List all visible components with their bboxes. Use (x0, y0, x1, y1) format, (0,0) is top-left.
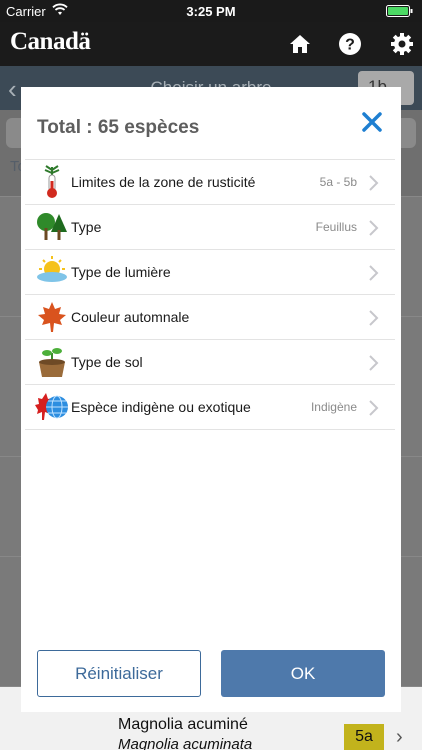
status-bar: Carrier 3:25 PM (0, 0, 422, 22)
maple-leaf-icon (38, 302, 66, 332)
filter-label: Type (71, 219, 102, 235)
leaf-globe-icon (35, 393, 68, 420)
chevron-right-icon (369, 400, 379, 416)
canada-logo: Canadä (10, 28, 91, 55)
background-item-name: Magnolia acuminé (118, 716, 248, 733)
chevron-right-icon (369, 355, 379, 371)
sprout-soil-icon (39, 348, 65, 377)
filter-row-light-type[interactable]: Type de lumière (25, 250, 395, 295)
filter-value: Feuillus (315, 220, 357, 234)
app-navbar: Canadä ? (0, 22, 422, 66)
filter-row-fall-color[interactable]: Couleur automnale (25, 295, 395, 340)
modal-title: Total : 65 espèces (37, 117, 200, 138)
filter-value: 5a - 5b (319, 175, 357, 189)
filter-label: Limites de la zone de rusticité (71, 174, 256, 190)
thermometer-tree-icon (44, 165, 60, 198)
ok-button[interactable]: OK (221, 650, 385, 697)
chevron-right-icon (369, 220, 379, 236)
home-icon[interactable] (288, 32, 312, 56)
trees-icon (37, 213, 67, 240)
filter-row-native-exotic[interactable]: Espèce indigène ou exotique Indigène (25, 385, 395, 430)
filter-label: Type de lumière (71, 264, 171, 280)
filter-label: Couleur automnale (71, 309, 190, 325)
status-time: 3:25 PM (186, 4, 236, 19)
filter-label: Type de sol (71, 354, 143, 370)
help-icon[interactable]: ? (338, 32, 362, 56)
background-zone-badge: 5a (344, 724, 384, 750)
background-chevron-icon: › (396, 726, 403, 748)
battery-icon (386, 5, 413, 17)
filter-value: Indigène (310, 400, 357, 414)
filter-list: Limites de la zone de rusticité 5a - 5b … (25, 159, 395, 430)
svg-text:?: ? (345, 37, 355, 54)
filter-row-soil-type[interactable]: Type de sol (25, 340, 395, 385)
chevron-right-icon (369, 175, 379, 191)
gear-icon[interactable] (390, 32, 414, 56)
sun-cloud-icon (37, 256, 67, 282)
chevron-right-icon (369, 310, 379, 326)
reset-button[interactable]: Réinitialiser (37, 650, 201, 697)
close-icon[interactable] (357, 107, 387, 137)
filter-label: Espèce indigène ou exotique (71, 399, 251, 415)
filter-modal: Total : 65 espèces Limites de la zone de… (21, 87, 401, 712)
background-item-latin: Magnolia acuminata (118, 736, 253, 750)
chevron-right-icon (369, 265, 379, 281)
filter-row-type[interactable]: Type Feuillus (25, 205, 395, 250)
filter-row-hardiness-zone[interactable]: Limites de la zone de rusticité 5a - 5b (25, 160, 395, 205)
